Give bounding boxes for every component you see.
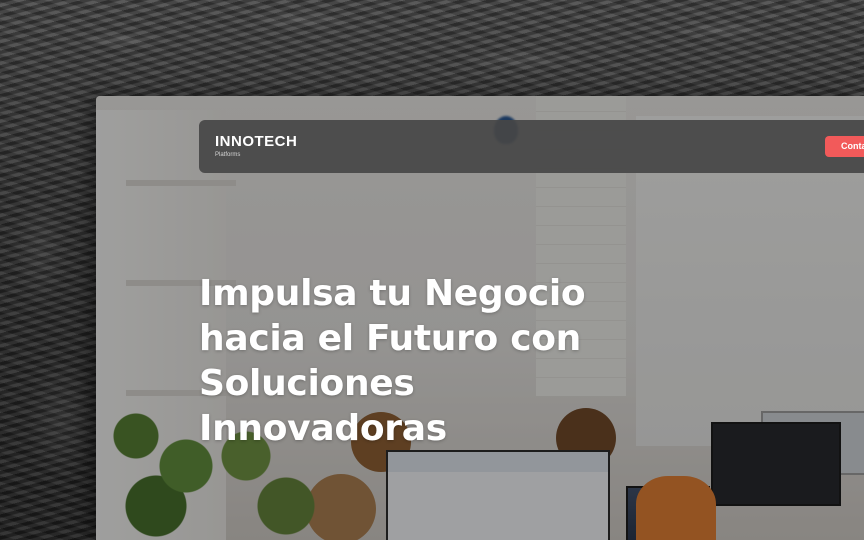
brand-subtitle: Platforms bbox=[215, 152, 241, 158]
contact-button[interactable]: Conta bbox=[825, 136, 864, 157]
top-navbar: INNOTECH Platforms Conta bbox=[199, 120, 864, 173]
brand-logo[interactable]: INNOTECH Platforms bbox=[215, 134, 297, 159]
brand-name: INNOTECH bbox=[215, 133, 298, 150]
hero-title: Impulsa tu Negocio hacia el Futuro con S… bbox=[199, 273, 586, 449]
website-preview: INNOTECH Platforms Conta Impulsa tu Nego… bbox=[96, 96, 864, 540]
